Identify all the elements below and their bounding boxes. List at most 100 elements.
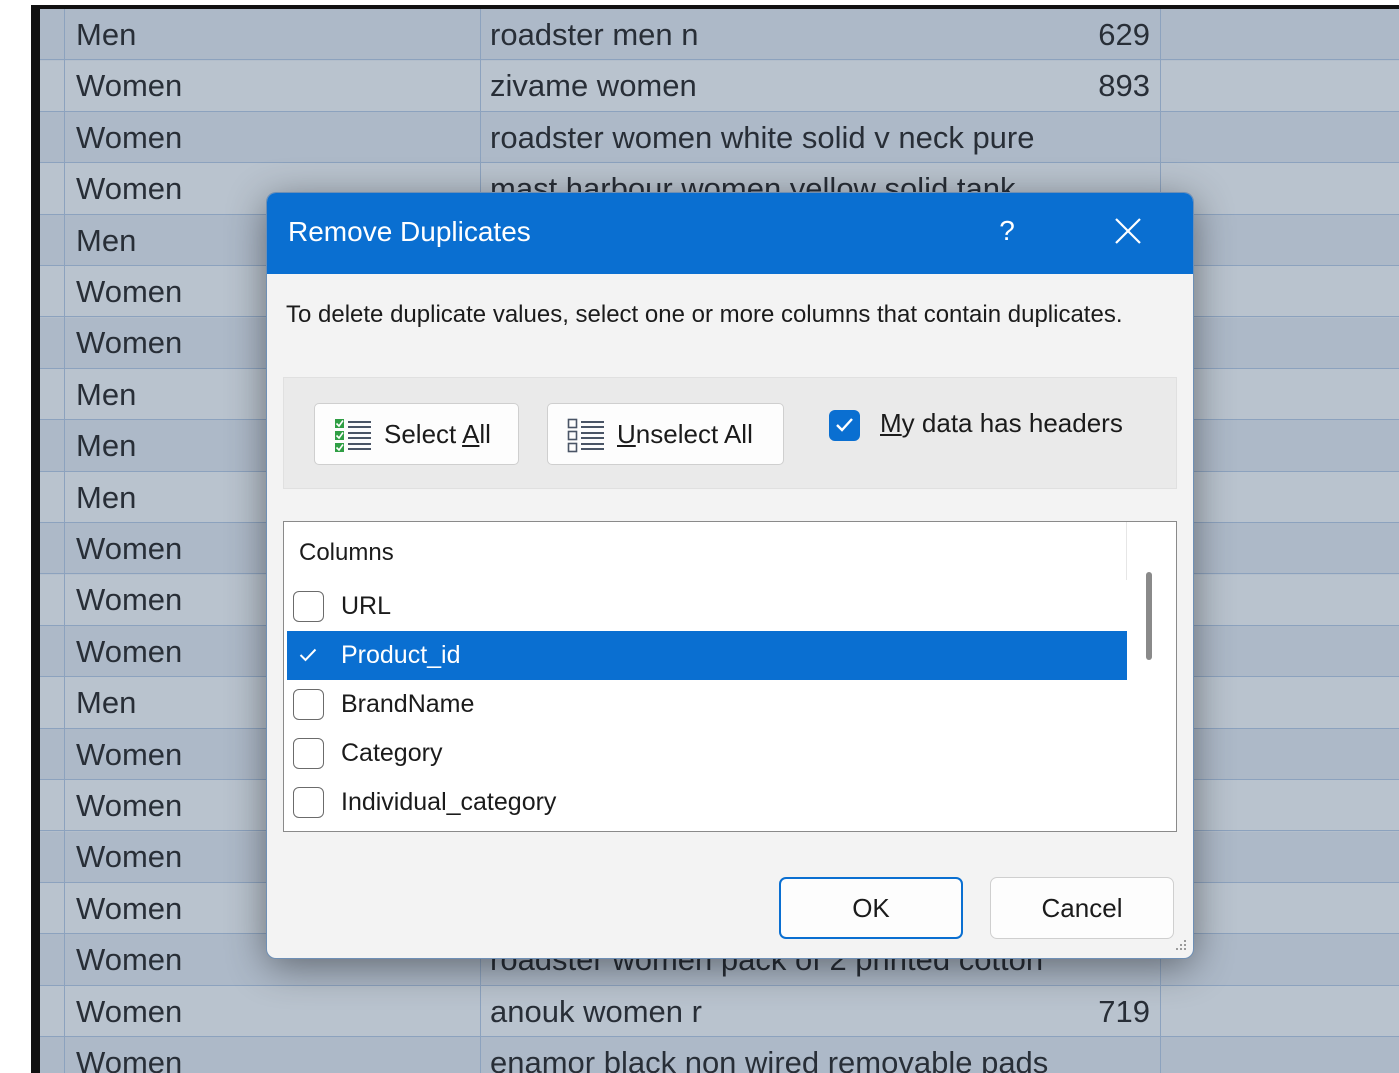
description-text: enamor black non wired removable pads [490, 1045, 1049, 1073]
sheet-cell-empty[interactable] [1161, 883, 1399, 933]
columns-scrollbar[interactable] [1128, 522, 1176, 831]
sheet-cell-empty[interactable] [1161, 1037, 1399, 1073]
sheet-cell-category[interactable]: Women [65, 111, 481, 163]
sheet-cell-empty[interactable] [1161, 60, 1399, 110]
sheet-cell-leading[interactable] [40, 677, 65, 728]
sheet-cell-leading[interactable] [40, 9, 65, 60]
sheet-cell-leading[interactable] [40, 1037, 65, 1073]
column-item-product-id[interactable]: Product_id [287, 631, 1127, 680]
select-all-button[interactable]: Select All [314, 403, 519, 465]
sheet-cell-description[interactable]: roadster men n 629 [481, 9, 1161, 60]
sheet-cell-empty[interactable] [1161, 523, 1399, 573]
description-text: anouk women r [490, 993, 702, 1029]
description-text: roadster men n [490, 17, 699, 52]
column-label: Individual_category [341, 788, 557, 816]
sheet-cell-empty[interactable] [1161, 831, 1399, 881]
columns-list[interactable]: Columns URL Product_id BrandName Categor… [283, 521, 1177, 832]
number-text: 893 [1098, 68, 1150, 104]
checkmark-icon [836, 418, 853, 432]
sheet-cell-description[interactable]: roadster women white solid v neck pure [481, 111, 1161, 163]
sheet-cell-leading[interactable] [40, 111, 65, 163]
sheet-cell-empty[interactable] [1161, 215, 1399, 265]
select-all-label: Select All [384, 419, 491, 449]
sheet-cell-leading[interactable] [40, 780, 65, 831]
description-text: roadster women white solid v neck pure [490, 119, 1035, 155]
sheet-cell-empty[interactable] [1161, 986, 1399, 1036]
ok-button[interactable]: OK [779, 877, 963, 939]
close-button[interactable] [1105, 209, 1151, 253]
close-icon [1115, 218, 1141, 244]
column-checkbox[interactable] [293, 787, 324, 818]
number-text: 629 [1098, 17, 1150, 52]
sheet-cell-leading[interactable] [40, 317, 65, 368]
sheet-cell-empty[interactable] [1161, 677, 1399, 727]
sheet-cell-empty[interactable] [1161, 780, 1399, 830]
sheet-cell-category[interactable]: Women [65, 60, 481, 111]
sheet-row: Women enamor black non wired removable pa… [40, 1037, 1399, 1073]
sheet-cell-leading[interactable] [40, 266, 65, 317]
sheet-cell-empty[interactable] [1161, 934, 1399, 984]
sheet-cell-leading[interactable] [40, 214, 65, 265]
checkmark-icon [299, 648, 317, 662]
sheet-cell-empty[interactable] [1161, 729, 1399, 779]
sheet-cell-empty[interactable] [1161, 626, 1399, 676]
scrollbar-thumb[interactable] [1146, 572, 1152, 660]
select-all-icon [335, 419, 371, 452]
unselect-all-button[interactable]: Unselect All [547, 403, 784, 465]
sheet-cell-leading[interactable] [40, 882, 65, 934]
sheet-row: Women roadster women white solid v neck p… [40, 111, 1399, 164]
sheet-row: Women zivame women 893 [40, 60, 1399, 112]
my-data-has-headers-label[interactable]: My data has headers [880, 408, 1123, 439]
column-checkbox[interactable] [293, 689, 324, 720]
unselect-all-icon [567, 418, 604, 453]
sheet-cell-leading[interactable] [40, 420, 65, 471]
sheet-cell-leading[interactable] [40, 728, 65, 779]
columns-header: Columns [299, 539, 394, 566]
column-item-individual-category[interactable]: Individual_category [287, 778, 1127, 827]
sheet-cell-empty[interactable] [1161, 472, 1399, 522]
sheet-cell-empty[interactable] [1161, 163, 1399, 213]
sheet-cell-leading[interactable] [40, 574, 65, 625]
sheet-cell-empty[interactable] [1161, 266, 1399, 316]
sheet-cell-empty[interactable] [1161, 574, 1399, 624]
column-checkbox[interactable] [293, 738, 324, 769]
column-item-brandname[interactable]: BrandName [287, 680, 1127, 729]
sheet-cell-leading[interactable] [40, 163, 65, 214]
help-button[interactable]: ? [987, 209, 1027, 253]
sheet-cell-leading[interactable] [40, 934, 65, 985]
column-item-category[interactable]: Category [287, 729, 1127, 778]
remove-duplicates-dialog: Remove Duplicates ? To delete duplicate … [267, 193, 1193, 958]
sheet-cell-empty[interactable] [1161, 9, 1399, 59]
sheet-cell-leading[interactable] [40, 625, 65, 677]
sheet-cell-leading[interactable] [40, 985, 65, 1036]
resize-grip-icon[interactable] [1172, 938, 1188, 954]
sheet-cell-description[interactable]: zivame women 893 [481, 60, 1161, 111]
column-label: BrandName [341, 690, 475, 718]
sheet-cell-category[interactable]: Women [65, 1037, 481, 1073]
sheet-cell-empty[interactable] [1161, 317, 1399, 367]
column-item-url[interactable]: URL [287, 582, 1127, 631]
sheet-cell-leading[interactable] [40, 60, 65, 111]
list-header-divider [1126, 522, 1127, 580]
sheet-cell-description[interactable]: anouk women r 719 [481, 985, 1161, 1036]
sheet-cell-empty[interactable] [1161, 112, 1399, 162]
sheet-cell-empty[interactable] [1161, 420, 1399, 470]
sheet-cell-leading[interactable] [40, 523, 65, 574]
sheet-cell-leading[interactable] [40, 368, 65, 420]
my-data-has-headers-checkbox[interactable] [829, 410, 860, 441]
sheet-cell-leading[interactable] [40, 471, 65, 522]
column-label: Product_id [341, 641, 461, 669]
dialog-titlebar[interactable]: Remove Duplicates ? [267, 193, 1193, 274]
sheet-cell-category[interactable]: Men [65, 9, 481, 60]
column-checkbox[interactable] [293, 591, 324, 622]
sheet-cell-empty[interactable] [1161, 369, 1399, 419]
sheet-cell-description[interactable]: enamor black non wired removable pads [481, 1037, 1161, 1073]
description-text: zivame women [490, 68, 697, 104]
sheet-cell-leading[interactable] [40, 831, 65, 882]
cancel-button[interactable]: Cancel [990, 877, 1174, 939]
sheet-cell-category[interactable]: Women [65, 985, 481, 1036]
column-label: Category [341, 739, 443, 767]
column-label: URL [341, 592, 392, 620]
number-text: 719 [1098, 993, 1150, 1029]
column-checkbox[interactable] [293, 640, 324, 671]
